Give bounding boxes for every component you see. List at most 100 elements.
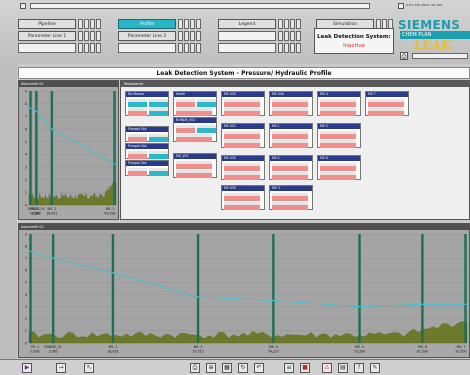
value-cell [224,102,260,107]
measurement-card[interactable]: MS 020 [221,91,265,116]
measurement-card[interactable]: MS 7 [365,91,409,116]
arrow-right-icon[interactable]: → [56,363,66,373]
station-name-label: MS. 7 [457,345,466,349]
y-tick-label: 2 [25,317,27,321]
nav-button-pipeline[interactable]: Pipeline [18,19,76,29]
zoom-icon[interactable]: ⊕ [206,363,216,373]
measurement-card[interactable]: MS 6 [317,155,361,180]
play-icon[interactable]: ▶ [22,363,32,373]
value-cell [176,128,195,133]
value-cell [320,166,356,171]
pressure-point [358,305,361,308]
value-cell [128,137,147,142]
y-tick-label: 3 [25,165,27,169]
value-cell [320,134,356,139]
chart-icon[interactable]: ▤ [338,363,348,373]
value-cell [224,134,260,139]
station-km-label: 5,362 [49,350,58,354]
station-name-label: RONDE_V1 [44,345,61,349]
value-cell [149,102,168,107]
top-toolbar: SYSTEM 0641 08 AM Pipeline Profile Legen… [0,0,470,64]
top-address-bar [30,3,370,9]
card-title: MS 1 [270,124,312,129]
y-tick-label: 6 [25,269,27,273]
value-cell [128,171,147,176]
upper-chart-svg: 9876543210PS. 10,000RONDE_V15,362MS. 216… [25,89,117,216]
pen-icon[interactable]: ✎ [370,363,380,373]
y-tick-label: 0 [25,203,27,207]
value-cell [272,205,308,210]
card-title: MS 034 [222,156,264,161]
profile-indicators [178,19,201,29]
upper-profile-chart: Abschnitt 01 9 8 7 6 5 4 3 2 1 0 PS. 1 0,000 RONDE_V… [18,80,119,220]
measurement-card[interactable]: MS 1 [269,123,313,148]
measurement-card[interactable]: De Messw [125,91,169,116]
measurement-card[interactable]: MS 2 [269,155,313,180]
measurement-card[interactable]: Pumpst Gut [125,126,169,142]
parameter-line-1-button[interactable]: Parameter Line 1 [18,31,76,41]
system-info-text: SYSTEM 0641 08 AM [406,4,443,7]
measurement-card[interactable]: MS 021 [221,123,265,148]
stop-icon[interactable]: ■ [300,363,310,373]
station-name-label: MS. 1 [106,207,115,211]
station-km-label: 97,200 [455,350,466,354]
y-tick-label: 0 [25,341,27,345]
card-title: Pumpst Gut [126,161,168,166]
siemens-logo: SIEMENS [398,18,461,32]
measurement-card[interactable]: MS 040 [269,91,313,116]
help-icon[interactable]: ? [354,363,364,373]
parameter-line-2-button[interactable]: Parameter Line 2 [118,31,176,41]
card-title: MS_V01 [174,154,216,159]
measurement-card[interactable]: Pumpst Gut [125,160,169,176]
measurement-card[interactable]: MS 034 [221,155,265,180]
y-tick-label: 9 [25,89,27,93]
print-icon[interactable]: ⎙ [190,363,200,373]
value-cell [272,111,308,116]
value-cell [320,175,356,180]
window-checkbox[interactable] [20,3,26,9]
measurement-card[interactable]: MS 4 [317,91,361,116]
lower-profile-chart: Abschnitt 02 9 8 7 6 5 4 3 2 1 0 PS. 1 0,000 RONDE_V… [18,223,470,358]
pressure-point [466,303,468,306]
alarm-icon[interactable]: ⚠ [322,363,332,373]
measurement-card[interactable]: MS 5 [317,123,361,148]
value-cell [320,143,356,148]
measurement-card[interactable]: Ventil [173,91,217,116]
print-icon[interactable]: ⎙ [400,52,408,60]
layers-icon[interactable]: ≡ [284,363,294,373]
cursor-icon[interactable]: ↖ [84,363,94,373]
station-km-label: 0,000 [30,350,39,354]
checkbox[interactable] [398,3,404,9]
measurement-card[interactable]: MS_V01 [173,153,217,178]
value-cell [272,175,308,180]
measurement-card[interactable]: MS 035 [221,185,265,210]
station-bar [113,91,116,205]
empty-field [18,43,76,53]
measurement-card[interactable]: RONDE_V01 [173,117,217,142]
card-title: MS 7 [366,92,408,97]
grid-icon[interactable]: ▦ [222,363,232,373]
measurement-card[interactable]: Pumpst Gut [125,143,169,159]
leak-status-label: Leak Detection System: [317,34,391,40]
station-km-label: 18,631 [107,350,118,354]
station-name-label: MS. 2 [47,207,56,211]
y-tick-label: 5 [25,281,27,285]
pressure-point [35,110,38,113]
y-tick-label: 4 [25,153,27,157]
measurement-card[interactable]: MS 3 [269,185,313,210]
value-cell [272,102,308,107]
value-cell [128,102,147,107]
nav-button-profile[interactable]: Profile [118,19,176,29]
y-tick-label: 5 [25,140,27,144]
station-km-label: 37,515 [192,350,203,354]
card-title: MS 035 [222,186,264,191]
undo-icon[interactable]: ↶ [254,363,264,373]
nav-button-legend[interactable]: Legend [218,19,276,29]
y-tick-label: 7 [25,115,27,119]
station-name-label: MS. 3 [194,345,203,349]
left-strip [0,64,17,359]
refresh-icon[interactable]: ↻ [238,363,248,373]
leak-status-value: Inactive [343,43,365,49]
row3-indicators [178,43,201,53]
page-title: Leak Detection System - Pressure/ Hydrau… [18,67,470,79]
